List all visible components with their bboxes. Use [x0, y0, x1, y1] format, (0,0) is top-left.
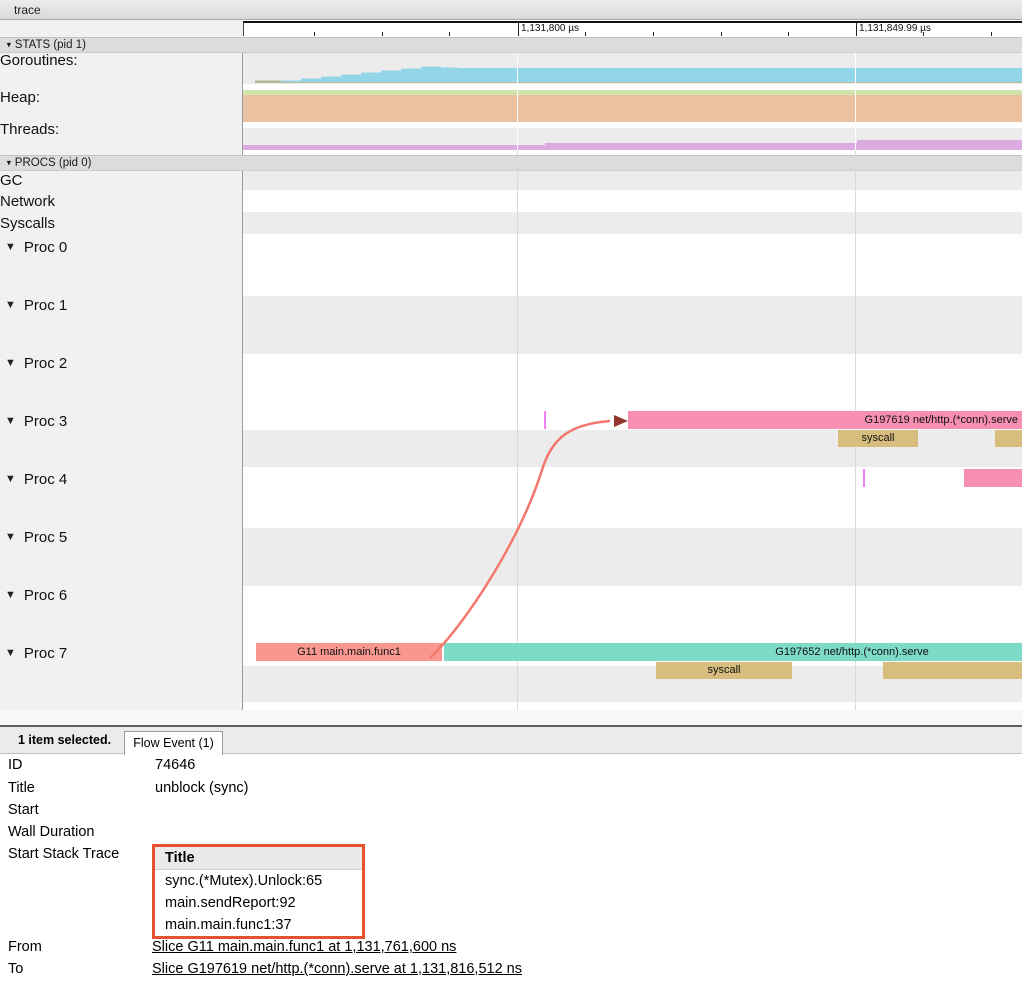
- tab-flow-event[interactable]: Flow Event (1): [124, 731, 223, 755]
- timeline-ruler[interactable]: 1,131,800 µs 1,131,849.99 µs: [243, 21, 1022, 36]
- to-slice-link[interactable]: Slice G197619 net/http.(*conn).serve at …: [152, 961, 522, 977]
- track-label-goroutines: Goroutines:: [0, 52, 78, 69]
- slice-syscall-proc7-clipped[interactable]: [883, 662, 1022, 679]
- window-title: trace: [14, 3, 41, 17]
- track-label-network: Network: [0, 193, 55, 210]
- slice-label: syscall: [707, 664, 740, 676]
- collapse-triangle-icon[interactable]: ▾: [7, 157, 12, 168]
- field-label-id: ID: [8, 757, 23, 773]
- trace-viewer-window: trace 1,131,800 µs 1,131,849.99 µs ▾STAT…: [0, 0, 1022, 991]
- gridline: [517, 53, 518, 150]
- slice-syscall-proc3[interactable]: syscall: [838, 430, 918, 447]
- threads-series-segment[interactable]: [857, 140, 1022, 150]
- stack-trace-header: Title: [155, 847, 362, 870]
- slice-g11-main-func1[interactable]: G11 main.main.func1: [256, 643, 442, 661]
- flow-arrowhead-icon: [614, 415, 628, 427]
- minor-tick: [449, 32, 450, 36]
- slice-g197652-serve[interactable]: G197652 net/http.(*conn).serve: [444, 643, 1022, 661]
- proc-row-label: Proc 6: [24, 587, 67, 604]
- panel-divider[interactable]: [0, 710, 1022, 725]
- minor-tick: [721, 32, 722, 36]
- collapse-triangle-icon[interactable]: ▼: [5, 299, 16, 311]
- heap-peach-series[interactable]: [243, 95, 1022, 122]
- slice-label: syscall: [861, 432, 894, 444]
- proc-row-label: Proc 1: [24, 297, 67, 314]
- proc-row-header-2[interactable]: ▼ Proc 2: [5, 355, 67, 372]
- collapse-triangle-icon[interactable]: ▼: [5, 241, 16, 253]
- minor-tick: [788, 32, 789, 36]
- slice-syscall-proc7[interactable]: syscall: [656, 662, 792, 679]
- syscalls-track[interactable]: [243, 212, 1022, 234]
- minor-tick: [991, 32, 992, 36]
- field-value-id: 74646: [155, 757, 195, 773]
- stats-header-label: STATS (pid 1): [15, 39, 86, 51]
- field-label-wall-duration: Wall Duration: [8, 824, 95, 840]
- proc5-track[interactable]: [243, 528, 1022, 586]
- collapse-triangle-icon[interactable]: ▼: [5, 647, 16, 659]
- stats-section-header[interactable]: ▾STATS (pid 1): [0, 37, 1022, 53]
- proc-row-label: Proc 0: [24, 239, 67, 256]
- slice-label: G197619 net/http.(*conn).serve: [865, 414, 1018, 426]
- window-titlebar: trace: [0, 0, 1022, 20]
- field-label-start-stack-trace: Start Stack Trace: [8, 846, 119, 862]
- collapse-triangle-icon[interactable]: ▼: [5, 531, 16, 543]
- minor-tick: [653, 32, 654, 36]
- proc-row-label: Proc 4: [24, 471, 67, 488]
- gc-track[interactable]: [243, 171, 1022, 190]
- minor-tick: [585, 32, 586, 36]
- instant-event-tick[interactable]: [544, 411, 546, 429]
- threads-series-segment[interactable]: [243, 145, 545, 151]
- field-label-title: Title: [8, 780, 35, 796]
- collapse-triangle-icon[interactable]: ▼: [5, 415, 16, 427]
- field-value-title: unblock (sync): [155, 780, 248, 796]
- proc-row-label: Proc 5: [24, 529, 67, 546]
- selection-status: 1 item selected.: [18, 733, 111, 747]
- proc-row-header-0[interactable]: ▼ Proc 0: [5, 239, 67, 256]
- collapse-triangle-icon[interactable]: ▼: [5, 357, 16, 369]
- procs-header-label: PROCS (pid 0): [15, 157, 92, 169]
- collapse-triangle-icon[interactable]: ▼: [5, 473, 16, 485]
- proc-row-header-3[interactable]: ▼ Proc 3: [5, 413, 67, 430]
- gridline: [855, 53, 856, 150]
- slice-label: G197652 net/http.(*conn).serve: [775, 643, 928, 661]
- track-label-threads: Threads:: [0, 121, 59, 138]
- goroutines-blue-series: [261, 67, 1022, 83]
- proc1-track[interactable]: [243, 296, 1022, 354]
- stack-frame: sync.(*Mutex).Unlock:65: [155, 870, 362, 892]
- stack-trace-table: Title sync.(*Mutex).Unlock:65 main.sendR…: [152, 844, 365, 939]
- stack-frame: main.main.func1:37: [155, 914, 362, 936]
- field-label-start: Start: [8, 802, 39, 818]
- proc-row-label: Proc 7: [24, 645, 67, 662]
- proc-row-header-5[interactable]: ▼ Proc 5: [5, 529, 67, 546]
- slice-label: G11 main.main.func1: [297, 646, 401, 658]
- threads-series-segment[interactable]: [545, 143, 857, 151]
- from-slice-link[interactable]: Slice G11 main.main.func1 at 1,131,761,6…: [152, 939, 456, 955]
- ruler-corner: [0, 20, 243, 37]
- instant-event-tick[interactable]: [863, 469, 865, 487]
- collapse-triangle-icon[interactable]: ▼: [5, 589, 16, 601]
- minor-tick: [923, 32, 924, 36]
- ruler-timestamp: 1,131,849.99 µs: [856, 23, 931, 34]
- stack-frame: main.sendReport:92: [155, 892, 362, 914]
- minor-tick: [314, 32, 315, 36]
- proc-row-header-1[interactable]: ▼ Proc 1: [5, 297, 67, 314]
- goroutines-area-chart[interactable]: [243, 53, 1022, 84]
- track-label-syscalls: Syscalls: [0, 215, 55, 232]
- proc-row-header-7[interactable]: ▼ Proc 7: [5, 645, 67, 662]
- field-label-from: From: [8, 939, 42, 955]
- procs-section-header[interactable]: ▾PROCS (pid 0): [0, 155, 1022, 171]
- collapse-triangle-icon[interactable]: ▾: [7, 39, 12, 50]
- minor-tick: [382, 32, 383, 36]
- slice-pink-proc4-clipped[interactable]: [964, 469, 1022, 487]
- proc-row-header-6[interactable]: ▼ Proc 6: [5, 587, 67, 604]
- field-label-to: To: [8, 961, 23, 977]
- track-label-gc: GC: [0, 172, 23, 189]
- proc-row-label: Proc 2: [24, 355, 67, 372]
- proc-row-header-4[interactable]: ▼ Proc 4: [5, 471, 67, 488]
- track-label-heap: Heap:: [0, 89, 40, 106]
- ruler-timestamp: 1,131,800 µs: [518, 23, 579, 34]
- proc-row-label: Proc 3: [24, 413, 67, 430]
- slice-syscall-proc3-clipped[interactable]: [995, 430, 1022, 447]
- slice-g197619-serve[interactable]: G197619 net/http.(*conn).serve: [628, 411, 1022, 429]
